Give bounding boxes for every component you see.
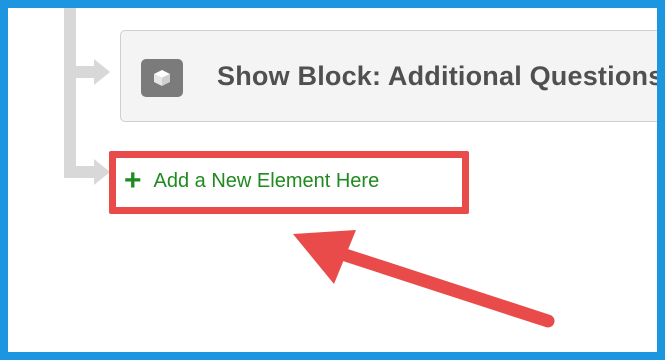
- annotation-arrow: [293, 230, 555, 328]
- screenshot-frame: Show Block: Additional Questions + Add a…: [0, 0, 665, 360]
